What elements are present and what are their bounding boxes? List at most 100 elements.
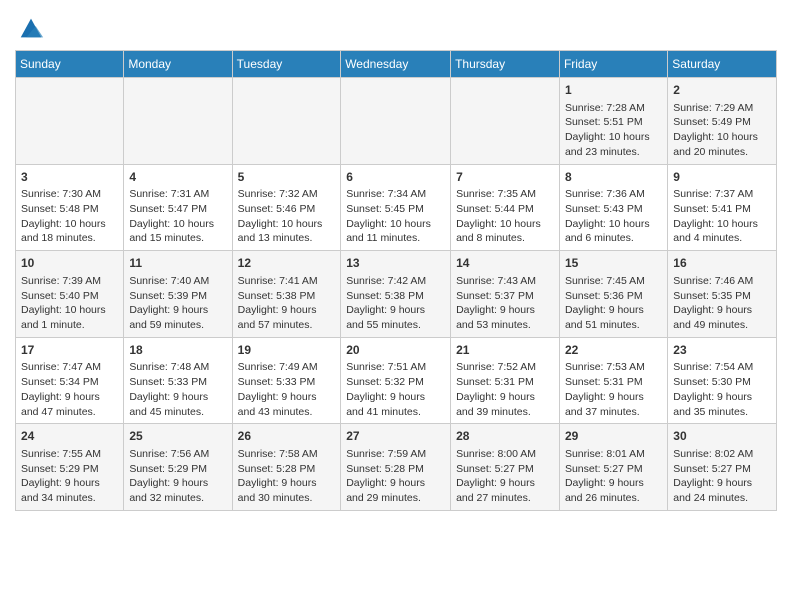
calendar-cell: 7Sunrise: 7:35 AM Sunset: 5:44 PM Daylig… bbox=[451, 164, 560, 251]
day-info: Sunrise: 7:36 AM Sunset: 5:43 PM Dayligh… bbox=[565, 187, 662, 246]
calendar-cell bbox=[232, 78, 341, 165]
day-number: 13 bbox=[346, 255, 445, 272]
day-number: 27 bbox=[346, 428, 445, 445]
day-info: Sunrise: 7:40 AM Sunset: 5:39 PM Dayligh… bbox=[129, 274, 226, 333]
calendar-cell: 11 Sunrise: 7:40 AM Sunset: 5:39 PM Dayli… bbox=[124, 251, 232, 338]
header-sunday: Sunday bbox=[16, 51, 124, 78]
day-number: 18 bbox=[129, 342, 226, 359]
calendar-week-row: 10 Sunrise: 7:39 AM Sunset: 5:40 PM Dayli… bbox=[16, 251, 777, 338]
calendar-week-row: 1Sunrise: 7:28 AM Sunset: 5:51 PM Daylig… bbox=[16, 78, 777, 165]
calendar-cell: 10 Sunrise: 7:39 AM Sunset: 5:40 PM Dayli… bbox=[16, 251, 124, 338]
calendar-cell: 25 Sunrise: 7:56 AM Sunset: 5:29 PM Dayli… bbox=[124, 424, 232, 511]
day-number: 12 bbox=[238, 255, 336, 272]
day-info: Sunrise: 8:00 AM Sunset: 5:27 PM Dayligh… bbox=[456, 447, 554, 506]
day-number: 3 bbox=[21, 169, 118, 186]
calendar-cell: 24Sunrise: 7:55 AM Sunset: 5:29 PM Dayli… bbox=[16, 424, 124, 511]
day-number: 20 bbox=[346, 342, 445, 359]
day-number: 28 bbox=[456, 428, 554, 445]
calendar-table: SundayMondayTuesdayWednesdayThursdayFrid… bbox=[15, 50, 777, 511]
day-info: Sunrise: 8:02 AM Sunset: 5:27 PM Dayligh… bbox=[673, 447, 771, 506]
calendar-cell: 18Sunrise: 7:48 AM Sunset: 5:33 PM Dayli… bbox=[124, 337, 232, 424]
calendar-cell: 20Sunrise: 7:51 AM Sunset: 5:32 PM Dayli… bbox=[341, 337, 451, 424]
header-thursday: Thursday bbox=[451, 51, 560, 78]
day-info: Sunrise: 7:56 AM Sunset: 5:29 PM Dayligh… bbox=[129, 447, 226, 506]
header-monday: Monday bbox=[124, 51, 232, 78]
day-info: Sunrise: 7:39 AM Sunset: 5:40 PM Dayligh… bbox=[21, 274, 118, 333]
day-info: Sunrise: 7:58 AM Sunset: 5:28 PM Dayligh… bbox=[238, 447, 336, 506]
calendar-cell: 13 Sunrise: 7:42 AM Sunset: 5:38 PM Dayli… bbox=[341, 251, 451, 338]
day-number: 9 bbox=[673, 169, 771, 186]
day-number: 14 bbox=[456, 255, 554, 272]
calendar-cell: 15 Sunrise: 7:45 AM Sunset: 5:36 PM Dayli… bbox=[559, 251, 667, 338]
day-number: 16 bbox=[673, 255, 771, 272]
calendar-cell bbox=[451, 78, 560, 165]
day-number: 17 bbox=[21, 342, 118, 359]
day-info: Sunrise: 7:41 AM Sunset: 5:38 PM Dayligh… bbox=[238, 274, 336, 333]
day-number: 24 bbox=[21, 428, 118, 445]
day-info: Sunrise: 7:31 AM Sunset: 5:47 PM Dayligh… bbox=[129, 187, 226, 246]
day-info: Sunrise: 8:01 AM Sunset: 5:27 PM Dayligh… bbox=[565, 447, 662, 506]
header-tuesday: Tuesday bbox=[232, 51, 341, 78]
calendar-cell: 4Sunrise: 7:31 AM Sunset: 5:47 PM Daylig… bbox=[124, 164, 232, 251]
calendar-cell bbox=[16, 78, 124, 165]
day-number: 1 bbox=[565, 82, 662, 99]
calendar-cell: 30 Sunrise: 8:02 AM Sunset: 5:27 PM Dayli… bbox=[668, 424, 777, 511]
day-info: Sunrise: 7:59 AM Sunset: 5:28 PM Dayligh… bbox=[346, 447, 445, 506]
calendar-cell: 26 Sunrise: 7:58 AM Sunset: 5:28 PM Dayli… bbox=[232, 424, 341, 511]
day-info: Sunrise: 7:54 AM Sunset: 5:30 PM Dayligh… bbox=[673, 360, 771, 419]
day-info: Sunrise: 7:34 AM Sunset: 5:45 PM Dayligh… bbox=[346, 187, 445, 246]
calendar-cell: 9Sunrise: 7:37 AM Sunset: 5:41 PM Daylig… bbox=[668, 164, 777, 251]
day-number: 26 bbox=[238, 428, 336, 445]
calendar-cell: 1Sunrise: 7:28 AM Sunset: 5:51 PM Daylig… bbox=[559, 78, 667, 165]
day-info: Sunrise: 7:45 AM Sunset: 5:36 PM Dayligh… bbox=[565, 274, 662, 333]
calendar-cell: 23Sunrise: 7:54 AM Sunset: 5:30 PM Dayli… bbox=[668, 337, 777, 424]
calendar-cell: 27 Sunrise: 7:59 AM Sunset: 5:28 PM Dayli… bbox=[341, 424, 451, 511]
day-info: Sunrise: 7:53 AM Sunset: 5:31 PM Dayligh… bbox=[565, 360, 662, 419]
calendar-header-row: SundayMondayTuesdayWednesdayThursdayFrid… bbox=[16, 51, 777, 78]
day-info: Sunrise: 7:51 AM Sunset: 5:32 PM Dayligh… bbox=[346, 360, 445, 419]
day-number: 30 bbox=[673, 428, 771, 445]
calendar-cell: 29 Sunrise: 8:01 AM Sunset: 5:27 PM Dayli… bbox=[559, 424, 667, 511]
day-number: 29 bbox=[565, 428, 662, 445]
day-info: Sunrise: 7:43 AM Sunset: 5:37 PM Dayligh… bbox=[456, 274, 554, 333]
day-number: 11 bbox=[129, 255, 226, 272]
day-number: 2 bbox=[673, 82, 771, 99]
header-saturday: Saturday bbox=[668, 51, 777, 78]
day-info: Sunrise: 7:42 AM Sunset: 5:38 PM Dayligh… bbox=[346, 274, 445, 333]
calendar-cell: 12 Sunrise: 7:41 AM Sunset: 5:38 PM Dayli… bbox=[232, 251, 341, 338]
calendar-cell: 19Sunrise: 7:49 AM Sunset: 5:33 PM Dayli… bbox=[232, 337, 341, 424]
header-wednesday: Wednesday bbox=[341, 51, 451, 78]
day-number: 4 bbox=[129, 169, 226, 186]
day-number: 22 bbox=[565, 342, 662, 359]
calendar-cell bbox=[341, 78, 451, 165]
calendar-cell: 6Sunrise: 7:34 AM Sunset: 5:45 PM Daylig… bbox=[341, 164, 451, 251]
calendar-cell: 8Sunrise: 7:36 AM Sunset: 5:43 PM Daylig… bbox=[559, 164, 667, 251]
calendar-week-row: 17Sunrise: 7:47 AM Sunset: 5:34 PM Dayli… bbox=[16, 337, 777, 424]
day-number: 21 bbox=[456, 342, 554, 359]
day-info: Sunrise: 7:52 AM Sunset: 5:31 PM Dayligh… bbox=[456, 360, 554, 419]
calendar-cell: 2 Sunrise: 7:29 AM Sunset: 5:49 PM Daylig… bbox=[668, 78, 777, 165]
day-number: 10 bbox=[21, 255, 118, 272]
day-number: 7 bbox=[456, 169, 554, 186]
day-info: Sunrise: 7:46 AM Sunset: 5:35 PM Dayligh… bbox=[673, 274, 771, 333]
calendar-cell bbox=[124, 78, 232, 165]
calendar-week-row: 3Sunrise: 7:30 AM Sunset: 5:48 PM Daylig… bbox=[16, 164, 777, 251]
calendar-cell: 14 Sunrise: 7:43 AM Sunset: 5:37 PM Dayli… bbox=[451, 251, 560, 338]
day-number: 6 bbox=[346, 169, 445, 186]
day-number: 25 bbox=[129, 428, 226, 445]
calendar-cell: 3Sunrise: 7:30 AM Sunset: 5:48 PM Daylig… bbox=[16, 164, 124, 251]
calendar-cell: 5Sunrise: 7:32 AM Sunset: 5:46 PM Daylig… bbox=[232, 164, 341, 251]
calendar-cell: 22Sunrise: 7:53 AM Sunset: 5:31 PM Dayli… bbox=[559, 337, 667, 424]
day-info: Sunrise: 7:47 AM Sunset: 5:34 PM Dayligh… bbox=[21, 360, 118, 419]
day-info: Sunrise: 7:30 AM Sunset: 5:48 PM Dayligh… bbox=[21, 187, 118, 246]
day-info: Sunrise: 7:29 AM Sunset: 5:49 PM Dayligh… bbox=[673, 101, 771, 160]
page-header bbox=[15, 10, 777, 42]
calendar-cell: 16 Sunrise: 7:46 AM Sunset: 5:35 PM Dayli… bbox=[668, 251, 777, 338]
day-number: 23 bbox=[673, 342, 771, 359]
calendar-cell: 17Sunrise: 7:47 AM Sunset: 5:34 PM Dayli… bbox=[16, 337, 124, 424]
day-number: 15 bbox=[565, 255, 662, 272]
logo bbox=[15, 14, 45, 42]
day-info: Sunrise: 7:48 AM Sunset: 5:33 PM Dayligh… bbox=[129, 360, 226, 419]
day-number: 19 bbox=[238, 342, 336, 359]
calendar-cell: 28 Sunrise: 8:00 AM Sunset: 5:27 PM Dayli… bbox=[451, 424, 560, 511]
